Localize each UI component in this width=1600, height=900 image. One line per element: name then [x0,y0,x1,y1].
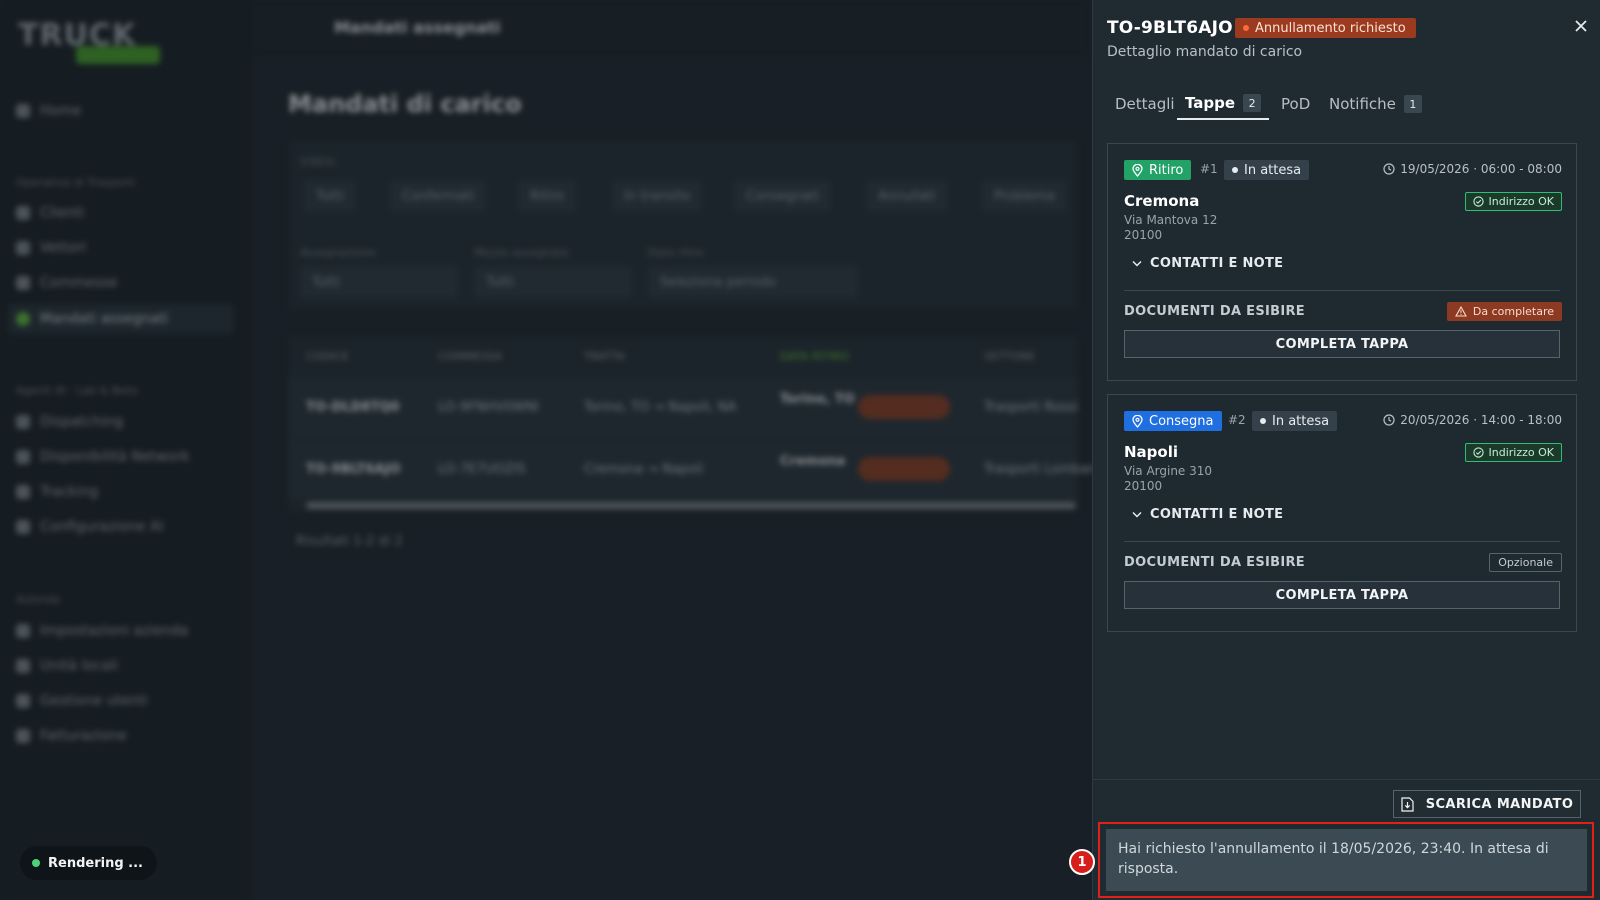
stop-address: Via Mantova 12 [1124,213,1218,227]
stop-state-badge: In attesa [1224,160,1310,180]
contacts-notes-label: CONTATTI E NOTE [1150,256,1284,271]
divider [1124,290,1560,291]
clock-icon [1383,163,1395,175]
stop-address: Via Argine 310 [1124,464,1213,478]
stop-state-badge: In attesa [1252,411,1338,431]
stop-type-badge: Ritiro [1124,160,1192,180]
status-badge-label: Annullamento richiesto [1255,20,1406,36]
stop-type-badge: Consegna [1124,411,1222,431]
rendering-indicator: Rendering ... [20,846,157,880]
clock-icon [1383,414,1395,426]
contacts-notes-label: CONTATTI E NOTE [1150,507,1284,522]
stop-zip: 20100 [1124,228,1163,242]
close-icon[interactable] [1569,16,1593,40]
documents-status-badge: Da completare [1446,302,1562,321]
tab-count: 2 [1243,94,1262,112]
tab-label: Tappe [1185,94,1236,112]
map-pin-icon [1132,414,1143,428]
stop-zip: 20100 [1124,479,1163,493]
stop-type-label: Consegna [1149,413,1214,429]
chevron-down-icon [1132,511,1142,518]
tab-count: 1 [1403,95,1422,113]
chevron-down-icon [1132,260,1142,267]
tab-dettagli[interactable]: Dettagli [1107,88,1183,120]
status-dot [1243,25,1249,31]
annotation-marker: 1 [1069,849,1095,875]
rendering-label: Rendering ... [48,855,143,871]
stop-state-label: In attesa [1272,413,1330,429]
documents-label: DOCUMENTI DA ESIBIRE [1124,304,1305,319]
stop-card: Ritiro #1 In attesa 19/05/2026 · 06:00 -… [1107,143,1577,381]
download-mandate-label: SCARICA MANDATO [1425,796,1574,812]
contacts-notes-toggle[interactable]: CONTATTI E NOTE [1132,507,1283,522]
stop-time-window: 19/05/2026 · 06:00 - 08:00 [1383,162,1562,176]
address-status-label: Indirizzo OK [1488,195,1554,208]
stop-time-label: 19/05/2026 · 06:00 - 08:00 [1400,162,1562,176]
divider [1093,779,1600,780]
drawer-tabs: Dettagli Tappe 2 PoD Notifiche 1 [1107,88,1577,120]
stop-city: Napoli [1124,443,1179,461]
documents-status-badge: Opzionale [1489,553,1562,572]
address-status-label: Indirizzo OK [1488,446,1554,459]
drawer-subtitle: Dettaglio mandato di carico [1107,44,1303,60]
cancellation-notice: Hai richiesto l'annullamento il 18/05/20… [1106,829,1587,891]
complete-stop-button[interactable]: COMPLETA TAPPA [1124,581,1560,609]
complete-stop-button[interactable]: COMPLETA TAPPA [1124,330,1560,358]
drawer-title: TO-9BLT6AJO [1107,18,1233,38]
document-download-icon [1401,796,1414,812]
stop-type-label: Ritiro [1149,162,1184,178]
status-dot [1232,167,1238,173]
stop-city: Cremona [1124,192,1200,210]
documents-label: DOCUMENTI DA ESIBIRE [1124,555,1305,570]
stop-card: Consegna #2 In attesa 20/05/2026 · 14:00… [1107,394,1577,632]
warning-icon [1454,306,1467,317]
overlay-scrim[interactable] [0,0,1092,900]
status-dot [1260,418,1266,424]
check-circle-icon [1472,196,1484,207]
stop-number: #1 [1200,162,1218,176]
status-dot [32,859,40,867]
address-status-badge: Indirizzo OK [1464,443,1562,462]
contacts-notes-toggle[interactable]: CONTATTI E NOTE [1132,256,1283,271]
mandate-detail-drawer: TO-9BLT6AJO Annullamento richiesto Detta… [1092,0,1600,900]
download-mandate-button[interactable]: SCARICA MANDATO [1393,790,1581,818]
stop-number: #2 [1228,413,1246,427]
stop-time-window: 20/05/2026 · 14:00 - 18:00 [1383,413,1562,427]
status-badge: Annullamento richiesto [1235,18,1416,38]
tab-label: Dettagli [1115,95,1175,113]
tab-label: PoD [1281,95,1311,113]
address-status-badge: Indirizzo OK [1464,192,1562,211]
divider [1124,541,1560,542]
tab-tappe[interactable]: Tappe 2 [1177,88,1270,120]
tab-pod[interactable]: PoD [1273,88,1318,120]
documents-status-label: Da completare [1472,305,1554,318]
tab-label: Notifiche [1329,95,1396,113]
check-circle-icon [1472,447,1484,458]
map-pin-icon [1132,163,1143,177]
stop-time-label: 20/05/2026 · 14:00 - 18:00 [1400,413,1562,427]
stop-state-label: In attesa [1244,162,1302,178]
tab-notifiche[interactable]: Notifiche 1 [1321,88,1430,120]
